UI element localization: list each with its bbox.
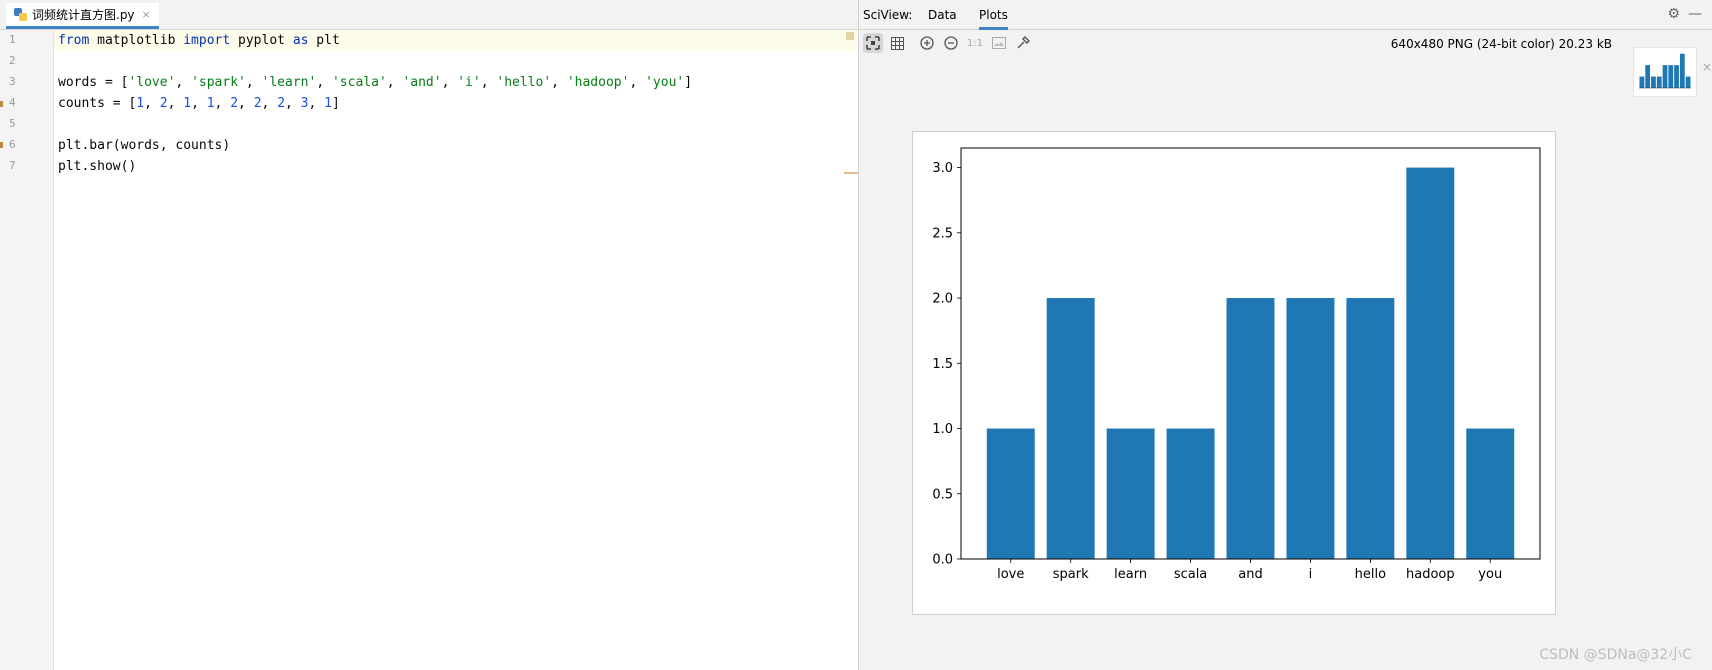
image-info: 640x480 PNG (24-bit color) 20.23 kB	[1390, 37, 1612, 51]
close-thumbnail-icon[interactable]: ×	[1702, 60, 1712, 74]
zoom-in-icon[interactable]	[917, 33, 937, 53]
thumbnail-bar	[1662, 65, 1668, 88]
code-token: 'hello'	[496, 75, 552, 90]
y-tick-label: 1.5	[932, 357, 953, 372]
plot-thumbnail[interactable]	[1633, 47, 1697, 97]
sciview-header: SciView: Data Plots ⚙ —	[859, 0, 1712, 30]
bar	[1106, 428, 1155, 559]
code-token: 1	[183, 96, 192, 111]
thumbnail-chart	[1639, 53, 1691, 89]
code-token: 2	[159, 96, 168, 111]
code-token: 'hadoop'	[566, 75, 630, 90]
sciview-title: SciView:	[863, 8, 913, 22]
x-tick-label: you	[1478, 567, 1502, 582]
thumbnail-bar	[1656, 76, 1662, 88]
code-token: 'i'	[457, 75, 481, 90]
bar	[1406, 167, 1455, 560]
file-tab-label: 词频统计直方图.py	[32, 8, 135, 22]
editor-pane: 词频统计直方图.py × 1 2 3 4 5 6 7 from matplotl…	[0, 0, 859, 670]
bar	[986, 428, 1035, 559]
file-tab[interactable]: 词频统计直方图.py ×	[6, 3, 159, 29]
code-token: 'scala'	[331, 75, 387, 90]
code-token: 'love'	[128, 75, 176, 90]
background-icon[interactable]	[989, 33, 1009, 53]
code-token: 'and'	[402, 75, 442, 90]
bar	[1466, 428, 1515, 559]
close-tab-icon[interactable]: ×	[142, 8, 151, 21]
x-tick-label: hadoop	[1406, 567, 1455, 582]
x-tick-label: learn	[1114, 567, 1147, 582]
bar	[1226, 298, 1275, 559]
thumbnail-bar	[1651, 76, 1656, 88]
thumbnail-bar	[1674, 65, 1679, 88]
line-number: 5	[9, 117, 16, 130]
code-token: 2	[253, 96, 262, 111]
tab-data[interactable]: Data	[928, 8, 957, 22]
thumbnail-bar	[1668, 65, 1674, 88]
code-line-6: plt.bar(words, counts)	[58, 138, 231, 153]
code-token: 'learn'	[261, 75, 317, 90]
editor-tab-bar: 词频统计直方图.py ×	[0, 0, 858, 30]
color-picker-icon[interactable]	[1013, 33, 1033, 53]
y-tick-label: 0.5	[932, 487, 953, 502]
change-marker	[0, 142, 3, 148]
scroll-marker[interactable]	[844, 172, 858, 174]
bar	[1046, 298, 1095, 559]
inspection-status-marker[interactable]	[846, 32, 854, 40]
code-line-1: from matplotlib import pyplot as plt	[58, 33, 340, 48]
line-number: 1	[9, 33, 16, 46]
zoom-out-icon[interactable]	[941, 33, 961, 53]
line-number: 2	[9, 54, 16, 67]
tab-plots[interactable]: Plots	[979, 8, 1008, 30]
y-tick-label: 2.0	[932, 292, 953, 307]
code-area[interactable]: from matplotlib import pyplot as plt wor…	[54, 30, 858, 670]
x-tick-label: i	[1309, 567, 1313, 582]
line-number: 3	[9, 75, 16, 88]
y-tick-label: 3.0	[932, 161, 953, 176]
plot-figure: love spark learn scala and i hello hadoop you 0.0…	[912, 131, 1556, 615]
fit-icon[interactable]	[863, 33, 883, 53]
thumbnail-bar	[1645, 65, 1651, 88]
y-tick-label: 0.0	[932, 553, 953, 568]
code-line-3: words = ['love', 'spark', 'learn', 'scal…	[58, 75, 693, 90]
line-number-gutter: 1 2 3 4 5 6 7	[0, 30, 54, 670]
code-token: 1	[206, 96, 215, 111]
thumbnail-bar	[1679, 53, 1685, 88]
x-tick-label: spark	[1053, 567, 1089, 582]
code-token: 2	[277, 96, 286, 111]
code-token: 1	[136, 96, 145, 111]
bar	[1346, 298, 1395, 559]
bar	[1166, 428, 1215, 559]
code-line-7: plt.show()	[58, 159, 137, 174]
line-number: 6	[9, 138, 16, 151]
gear-icon[interactable]: ⚙	[1667, 6, 1680, 22]
bar-chart: love spark learn scala and i hello hadoop you 0.0…	[932, 147, 1541, 582]
code-token: 1	[324, 96, 332, 111]
code-token: 3	[300, 96, 309, 111]
code-line-4: counts = [1, 2, 1, 1, 2, 2, 2, 3, 1]	[58, 96, 340, 111]
code-token: 'spark'	[191, 75, 246, 90]
x-tick-label: love	[997, 567, 1024, 582]
plot-toolbar: 1:1 640x480 PNG (24-bit color) 20.23 kB	[859, 30, 1712, 58]
change-marker	[0, 101, 3, 107]
python-file-icon	[14, 8, 27, 21]
x-tick-label: scala	[1174, 567, 1207, 582]
thumbnail-bar	[1685, 76, 1691, 88]
bar	[1286, 298, 1335, 559]
code-token: 'you'	[645, 75, 685, 90]
line-number: 7	[9, 159, 16, 172]
y-tick-label: 2.5	[932, 226, 953, 241]
actual-size-icon[interactable]: 1:1	[965, 33, 985, 53]
thumbnail-bar	[1639, 76, 1645, 88]
y-tick-label: 1.0	[932, 422, 953, 437]
sciview-pane: SciView: Data Plots ⚙ — 1:1 640x480 PNG …	[859, 0, 1712, 670]
line-number: 4	[9, 96, 16, 109]
code-token: 2	[230, 96, 239, 111]
x-tick-label: hello	[1355, 567, 1386, 582]
x-tick-label: and	[1238, 567, 1262, 582]
minimize-icon[interactable]: —	[1688, 6, 1702, 22]
watermark: CSDN @SDNa@32小C	[1539, 647, 1692, 663]
grid-icon[interactable]	[887, 33, 907, 53]
